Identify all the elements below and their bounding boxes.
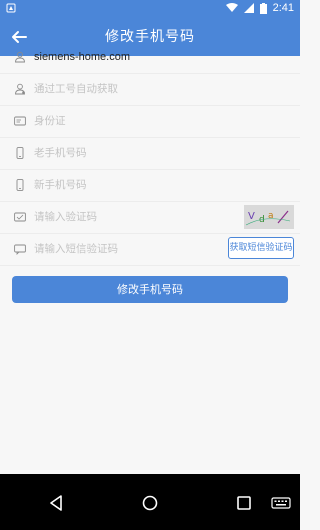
android-nav-bar (0, 474, 300, 530)
new-phone-field[interactable]: 新手机号码 (34, 170, 87, 201)
old-phone-row: 老手机号码 (0, 138, 300, 170)
verify-icon (14, 212, 26, 222)
signal-icon (243, 3, 254, 13)
id-card-icon (14, 116, 26, 126)
keyboard-icon[interactable] (270, 492, 292, 514)
username-row: siemens-home.com (0, 42, 300, 74)
status-time: 2:41 (272, 2, 294, 14)
captcha-image[interactable]: V d a (244, 205, 294, 229)
user-id-icon (15, 83, 25, 95)
employee-id-row: 通过工号自动获取 (0, 74, 300, 106)
svg-text:a: a (268, 211, 274, 221)
sms-code-field[interactable]: 请输入短信验证码 (34, 234, 118, 265)
get-sms-code-button[interactable]: 获取短信验证码 (228, 237, 294, 259)
status-bar: 2:41 (0, 0, 300, 18)
new-phone-row: 新手机号码 (0, 170, 300, 202)
sms-code-row: 请输入短信验证码 获取短信验证码 (0, 234, 300, 266)
recents-square-icon[interactable] (233, 492, 255, 514)
employee-id-field[interactable]: 通过工号自动获取 (34, 74, 118, 105)
old-phone-field[interactable]: 老手机号码 (34, 138, 87, 169)
username-field[interactable]: siemens-home.com (34, 42, 130, 73)
sms-icon (14, 244, 26, 255)
home-circle-icon[interactable] (139, 492, 161, 514)
user-icon (15, 51, 25, 63)
back-triangle-icon[interactable] (45, 492, 67, 514)
android-notification-icon (6, 3, 16, 13)
id-card-field[interactable]: 身份证 (34, 106, 66, 137)
captcha-field[interactable]: 请输入验证码 (34, 202, 97, 233)
phone-icon (16, 179, 24, 191)
battery-icon (259, 2, 267, 14)
id-card-row: 身份证 (0, 106, 300, 138)
wifi-icon (225, 3, 238, 12)
submit-button[interactable]: 修改手机号码 (12, 276, 288, 303)
phone-icon (16, 147, 24, 159)
change-phone-form: siemens-home.com 通过工号自动获取 身份证 老手机号码 新手机号… (0, 42, 300, 266)
svg-text:V: V (248, 211, 255, 222)
captcha-row: 请输入验证码 V d a (0, 202, 300, 234)
